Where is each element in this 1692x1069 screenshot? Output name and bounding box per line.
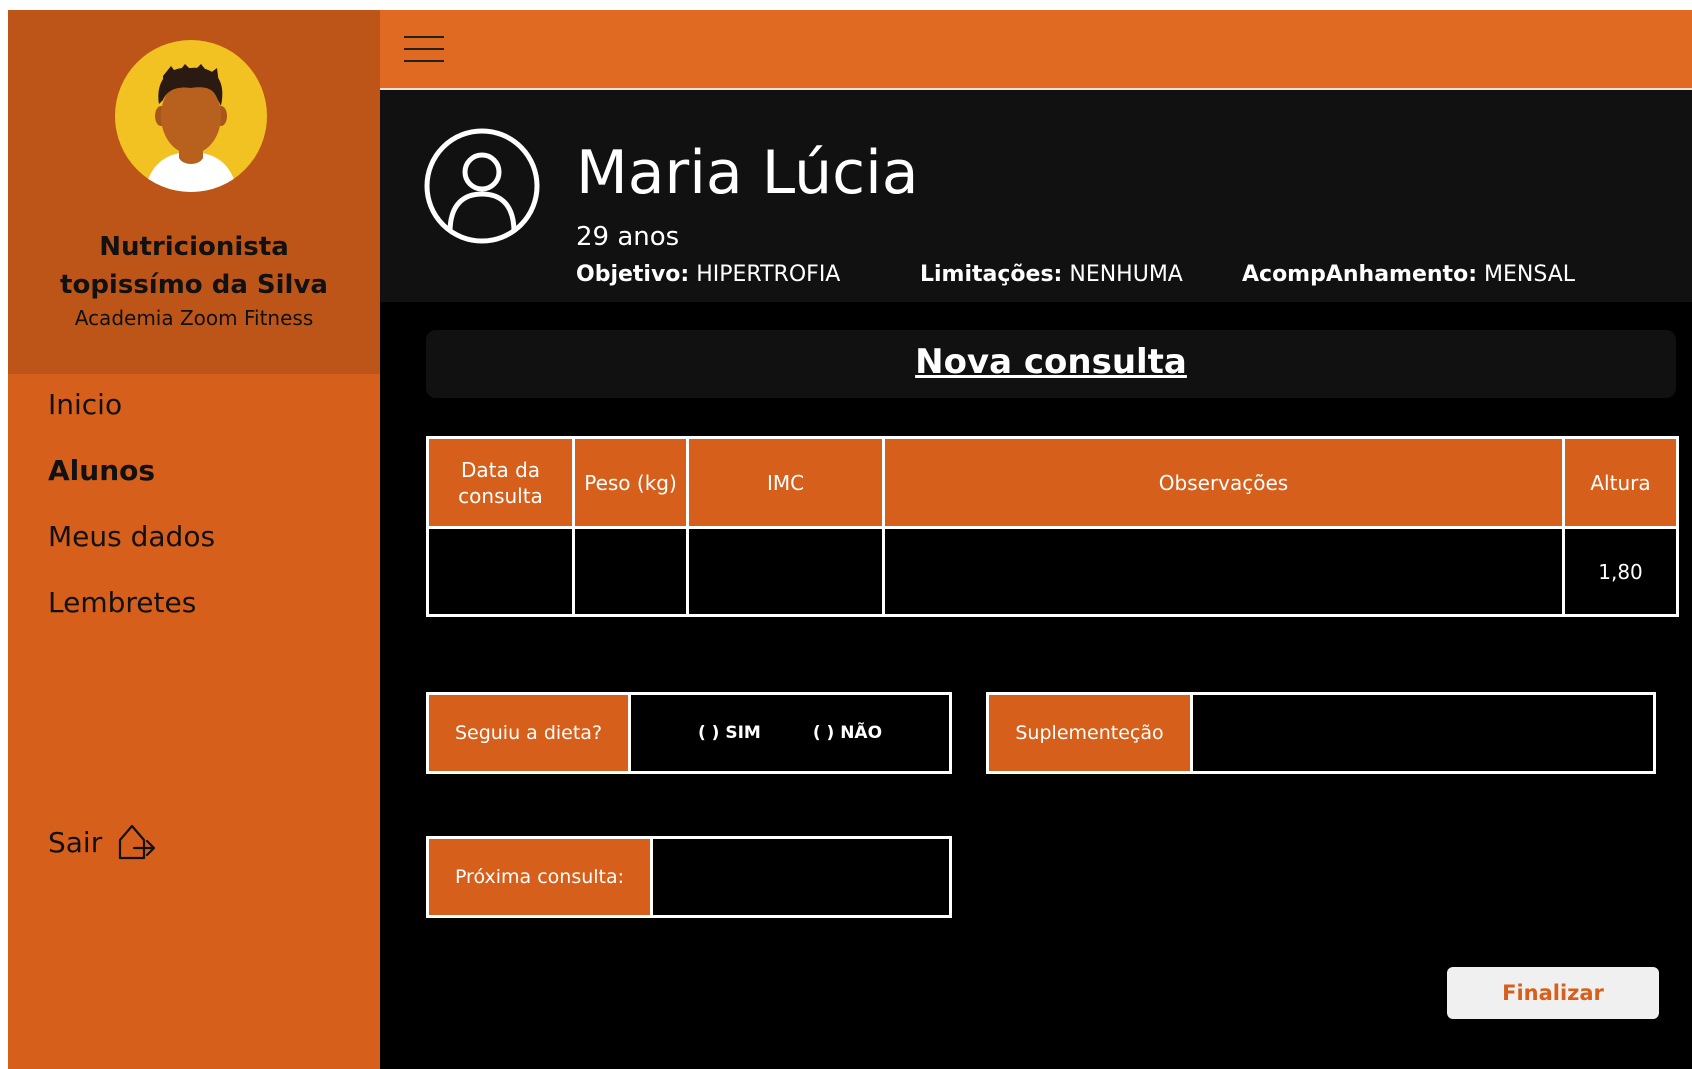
- next-appointment-input[interactable]: [653, 839, 949, 915]
- section-header: Nova consulta: [426, 330, 1676, 398]
- date-cell[interactable]: [426, 526, 575, 617]
- next-appointment-field: Próxima consulta:: [426, 836, 952, 918]
- nav-item-lembretes[interactable]: Lembretes: [48, 586, 196, 619]
- limitations-value: NENHUMA: [1069, 262, 1183, 287]
- table-row: 1,80: [426, 526, 1679, 617]
- followup-value: MENSAL: [1484, 262, 1576, 287]
- user-profile-icon: [424, 128, 540, 244]
- sidebar: Nutricionista topissímo da Silva Academi…: [8, 10, 380, 1069]
- patient-age: 29 anos: [576, 222, 680, 252]
- diet-no-option[interactable]: ( ) NÃO: [813, 723, 882, 743]
- avatar-illustration: [145, 64, 237, 192]
- height-cell[interactable]: 1,80: [1562, 526, 1679, 617]
- logout-label: Sair: [48, 825, 103, 859]
- patient-header: Maria Lúcia 29 anos Objetivo: HIPERTROFI…: [380, 90, 1692, 302]
- nutritionist-name: Nutricionista topissímo da Silva: [8, 228, 380, 304]
- profile-card: Nutricionista topissímo da Silva Academi…: [8, 10, 380, 374]
- consultation-table: Data da consulta Peso (kg) IMC Observaçõ…: [426, 436, 1679, 617]
- app-window: Nutricionista topissímo da Silva Academi…: [8, 10, 1692, 1069]
- patient-name: Maria Lúcia: [576, 138, 919, 208]
- column-header-height: Altura: [1562, 436, 1679, 529]
- diet-options: ( ) SIM ( ) NÃO: [631, 695, 949, 771]
- goal-label: Objetivo:: [576, 262, 690, 287]
- top-bar: [380, 10, 1692, 90]
- logout-icon: [119, 824, 156, 860]
- patient-limitations: Limitações: NENHUMA: [920, 262, 1183, 287]
- gym-name: Academia Zoom Fitness: [74, 306, 314, 330]
- notes-cell[interactable]: [882, 526, 1565, 617]
- diet-field: Seguiu a dieta? ( ) SIM ( ) NÃO: [426, 692, 952, 774]
- diet-label: Seguiu a dieta?: [429, 695, 631, 771]
- column-header-bmi: IMC: [686, 436, 885, 529]
- avatar: [115, 40, 267, 192]
- hamburger-menu-icon[interactable]: [404, 36, 444, 64]
- nutritionist-name-line1: Nutricionista: [99, 232, 289, 262]
- bmi-cell[interactable]: [686, 526, 885, 617]
- finalize-button[interactable]: Finalizar: [1447, 967, 1659, 1019]
- limitations-label: Limitações:: [920, 262, 1063, 287]
- weight-cell[interactable]: [572, 526, 689, 617]
- diet-yes-option[interactable]: ( ) SIM: [698, 723, 761, 743]
- column-header-notes: Observações: [882, 436, 1565, 529]
- patient-goal: Objetivo: HIPERTROFIA: [576, 262, 840, 287]
- nav-item-meus-dados[interactable]: Meus dados: [48, 520, 215, 553]
- next-appointment-label: Próxima consulta:: [429, 839, 653, 915]
- column-header-weight: Peso (kg): [572, 436, 689, 529]
- table-header-row: Data da consulta Peso (kg) IMC Observaçõ…: [426, 436, 1679, 529]
- patient-followup: AcompAnhamento: MENSAL: [1242, 262, 1575, 287]
- nav-item-inicio[interactable]: Inicio: [48, 388, 122, 421]
- supplement-field: Suplementeção: [986, 692, 1656, 774]
- goal-value: HIPERTROFIA: [696, 262, 841, 287]
- nav-item-alunos[interactable]: Alunos: [48, 454, 155, 487]
- nutritionist-name-line2: topissímo da Silva: [60, 270, 328, 300]
- followup-label: AcompAnhamento:: [1242, 262, 1477, 287]
- column-header-date: Data da consulta: [426, 436, 575, 529]
- supplement-input[interactable]: [1193, 695, 1653, 771]
- supplement-label: Suplementeção: [989, 695, 1193, 771]
- logout-button[interactable]: Sair: [48, 822, 156, 862]
- section-title: Nova consulta: [915, 342, 1187, 382]
